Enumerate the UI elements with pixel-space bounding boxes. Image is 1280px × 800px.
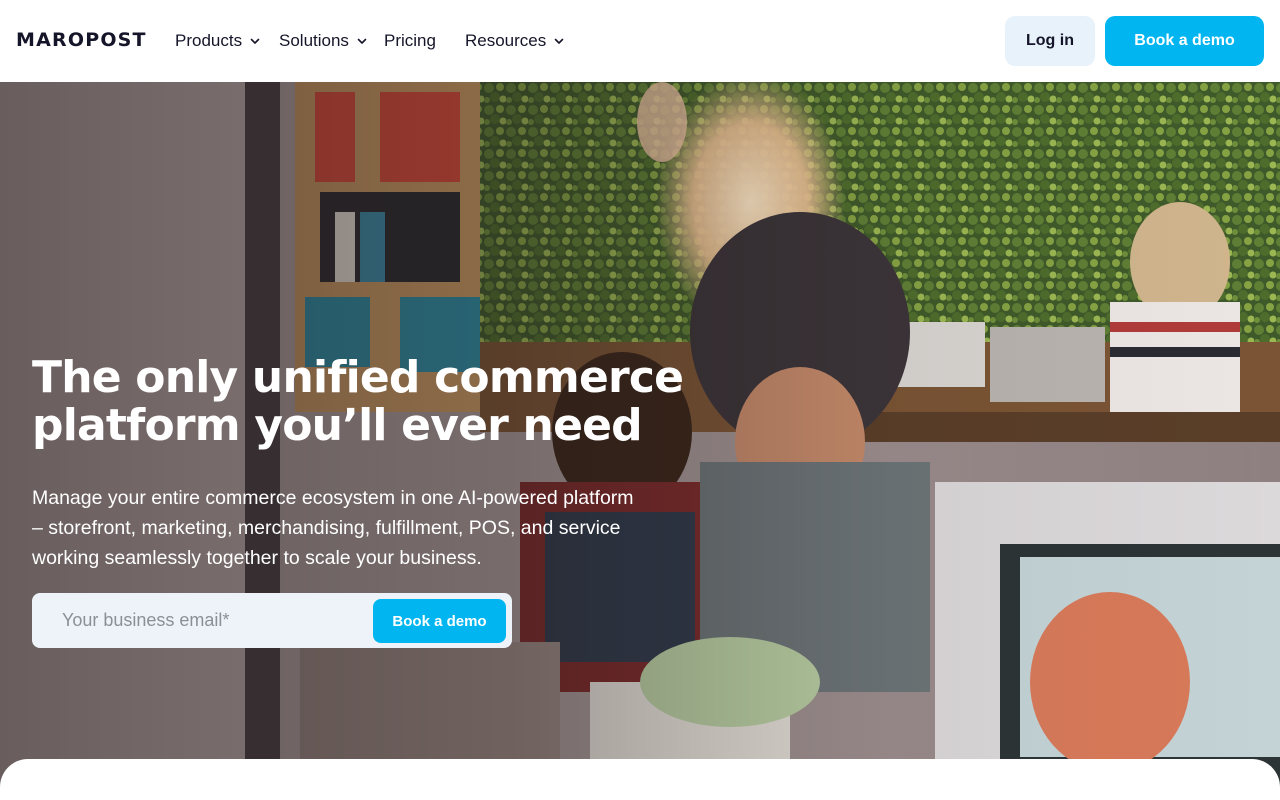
business-email-input[interactable]	[32, 593, 372, 648]
nav-item-label: Pricing	[384, 31, 436, 50]
hero-subtitle: Manage your entire commerce ecosystem in…	[32, 487, 634, 569]
demo-signup-form: Book a demo	[32, 593, 512, 648]
login-button[interactable]: Log in	[1005, 16, 1095, 66]
maropost-logo[interactable]: MAROPOST	[16, 29, 147, 51]
hero-title: The only unified commerce platform you’l…	[32, 352, 684, 451]
nav-item-label: Products	[175, 31, 243, 50]
chevron-down-icon	[250, 38, 260, 44]
book-demo-button[interactable]: Book a demo	[1105, 16, 1264, 66]
nav-item-label: Resources	[465, 31, 547, 50]
nav-item-pricing[interactable]: Pricing	[384, 31, 436, 51]
hero-section: The only unified commerce platform you’l…	[0, 82, 1280, 800]
nav-item-products[interactable]: Products	[175, 31, 262, 51]
nav-item-resources[interactable]: Resources	[465, 31, 566, 51]
nav-item-solutions[interactable]: Solutions	[279, 31, 369, 51]
nav-item-label: Solutions	[279, 31, 349, 50]
chevron-down-icon	[554, 38, 564, 44]
form-book-demo-button[interactable]: Book a demo	[373, 599, 506, 643]
site-header: MAROPOST Products Solutions Pricing Reso…	[0, 0, 1280, 82]
chevron-down-icon	[357, 38, 367, 44]
next-section-card	[0, 759, 1280, 800]
